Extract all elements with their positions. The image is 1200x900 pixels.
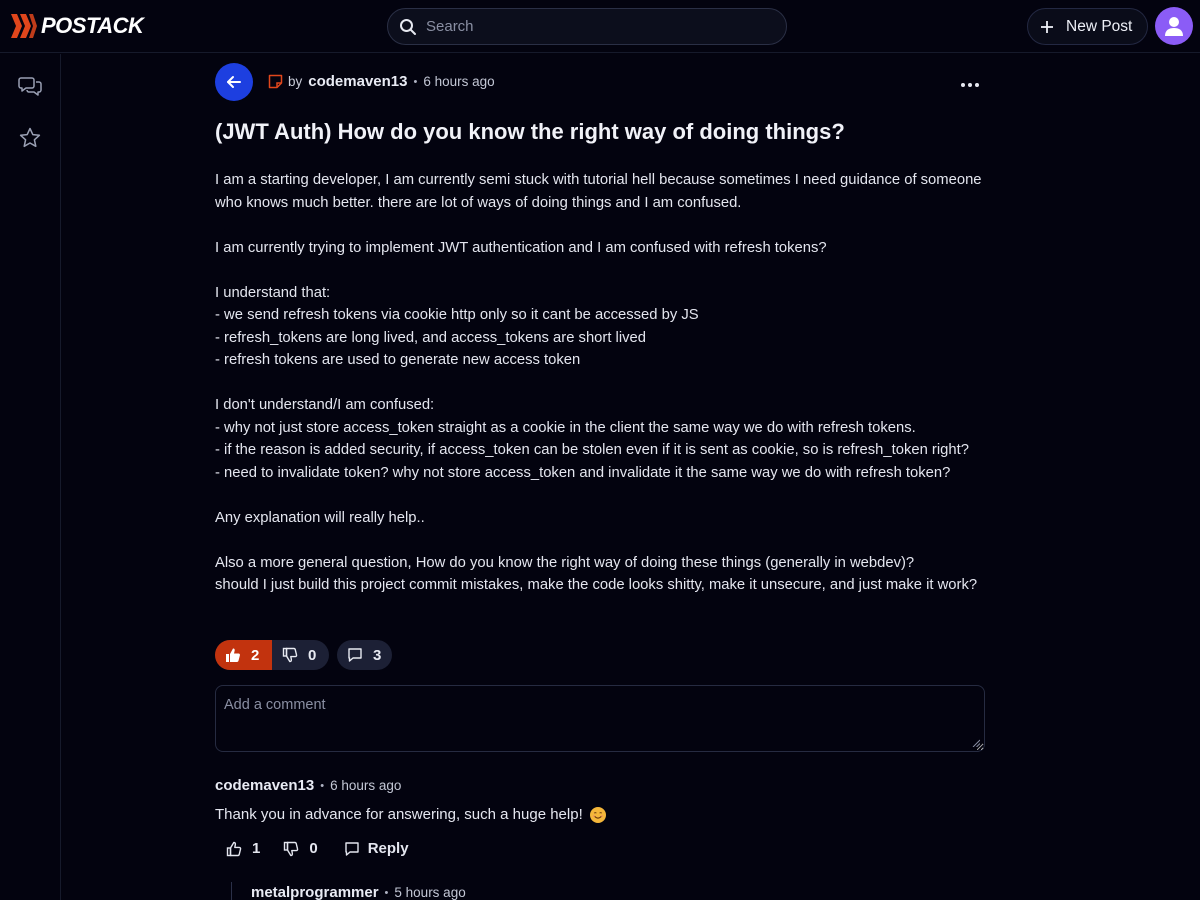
comment-downvote-count: 0 [309, 840, 318, 857]
comment-input[interactable] [216, 686, 984, 751]
resize-handle-icon[interactable] [972, 739, 980, 747]
search-bar[interactable] [387, 8, 787, 45]
comment-actions: 1 0 Reply [226, 840, 409, 857]
search-input[interactable] [426, 18, 756, 35]
thread-line [231, 882, 232, 900]
post-body-line: Also a more general question, How do you… [215, 554, 915, 571]
comment-upvote-count: 1 [252, 840, 261, 857]
user-icon [1165, 17, 1183, 36]
post-author[interactable]: codemaven13 [308, 73, 407, 90]
sidebar-item-chats[interactable] [18, 74, 42, 98]
post-body-line: I am a starting developer, I am currentl… [215, 172, 982, 211]
comment-header: codemaven13 • 6 hours ago [215, 777, 401, 794]
comment-author[interactable]: metalprogrammer [251, 884, 379, 900]
comment-time: 6 hours ago [330, 778, 402, 793]
comment-text: Thank you in advance for answering, such… [215, 806, 606, 823]
thumbs-down-icon [284, 841, 299, 856]
post-body-line: I am currently trying to implement JWT a… [215, 239, 827, 256]
comment-icon [344, 841, 359, 856]
comment-author[interactable]: codemaven13 [215, 777, 314, 794]
post-body-line: - we send refresh tokens via cookie http… [215, 307, 699, 323]
logo-icon [11, 14, 37, 38]
post-body-line: - need to invalidate token? why not stor… [215, 464, 951, 481]
brand-logo[interactable]: POSTACK [9, 11, 144, 41]
thumbs-down-icon [282, 647, 298, 663]
top-header: POSTACK New Post [0, 0, 1200, 53]
upvote-count: 2 [251, 646, 260, 664]
upvote-button[interactable]: 2 [215, 640, 272, 670]
separator-dot: • [384, 886, 389, 899]
comment-upvote-button[interactable]: 1 [226, 840, 260, 857]
post-body-line: - refresh_tokens are long lived, and acc… [215, 329, 646, 346]
sidebar-item-favorites[interactable] [18, 126, 42, 150]
new-post-button[interactable]: New Post [1027, 8, 1148, 45]
chat-bubbles-icon [18, 77, 42, 96]
new-post-label: New Post [1066, 17, 1133, 35]
separator-dot: • [320, 779, 325, 792]
post-body-line: Any explanation will really help.. [215, 509, 425, 526]
comment-count: 3 [373, 646, 382, 664]
brand-name: POSTACK [41, 13, 144, 38]
thumbs-up-icon [226, 648, 240, 662]
vote-pill: 2 0 [215, 640, 329, 670]
by-label: by [288, 74, 303, 89]
downvote-button[interactable]: 0 [272, 640, 329, 670]
plus-icon [1041, 20, 1053, 33]
comment-time: 5 hours ago [394, 885, 466, 900]
post-title: (JWT Auth) How do you know the right way… [215, 119, 845, 144]
comment-icon [348, 648, 362, 662]
smiling-face-emoji-icon [589, 806, 606, 823]
more-options-icon[interactable] [959, 78, 981, 92]
comment-body: Thank you in advance for answering, such… [215, 806, 583, 823]
downvote-count: 0 [308, 646, 317, 664]
post-body-line: - refresh tokens are used to generate ne… [215, 352, 581, 368]
sidebar [0, 54, 61, 900]
comment-downvote-button[interactable]: 0 [283, 840, 318, 857]
post-body-line: should I just build this project commit … [215, 577, 978, 593]
user-avatar[interactable] [1155, 7, 1193, 45]
reply-button[interactable]: Reply [344, 840, 409, 857]
post-body-line: - why not just store access_token straig… [215, 419, 916, 436]
star-icon [19, 127, 41, 148]
search-icon [400, 18, 416, 35]
arrow-left-icon [227, 75, 241, 88]
post-body-line: I understand that: [215, 284, 331, 301]
comment-box [215, 685, 985, 752]
post-body-line: I don't understand/I am confused: [215, 397, 435, 413]
post-type-icon [268, 74, 283, 89]
thumbs-up-icon [226, 841, 242, 856]
post-body: I am a starting developer, I am currentl… [215, 169, 995, 597]
post-time: 6 hours ago [423, 74, 495, 89]
comment-header: metalprogrammer • 5 hours ago [251, 884, 466, 900]
comments-button[interactable]: 3 [337, 640, 392, 670]
post-body-line: - if the reason is added security, if ac… [215, 442, 969, 458]
back-button[interactable] [215, 62, 253, 101]
post-meta: by codemaven13 • 6 hours ago [215, 62, 495, 101]
separator-dot: • [413, 75, 418, 88]
reply-label: Reply [367, 840, 409, 857]
